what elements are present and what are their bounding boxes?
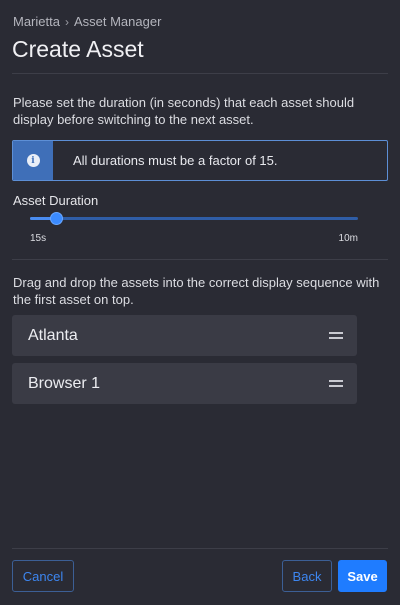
asset-duration-label: Asset Duration [13, 193, 99, 208]
asset-name: Atlanta [28, 326, 78, 344]
breadcrumb: Marietta › Asset Manager [13, 14, 161, 29]
footer-divider [12, 548, 388, 549]
slider-max-label: 10m [338, 233, 358, 244]
back-button[interactable]: Back [282, 560, 332, 592]
duration-description: Please set the duration (in seconds) tha… [13, 95, 355, 127]
asset-sequence-list: Atlanta Browser 1 [12, 315, 357, 411]
info-icon: i [26, 154, 40, 167]
drag-handle-icon[interactable] [329, 332, 343, 339]
asset-item-browser-1[interactable]: Browser 1 [12, 363, 357, 404]
info-icon-container: i [13, 141, 53, 180]
slider-min-label: 15s [30, 233, 47, 244]
section-divider [12, 259, 388, 260]
breadcrumb-item-marietta[interactable]: Marietta [13, 14, 60, 29]
breadcrumb-separator: › [64, 14, 69, 29]
header-divider [12, 73, 388, 74]
info-notice-text: All durations must be a factor of 15. [73, 153, 278, 168]
drag-handle-icon[interactable] [329, 380, 343, 387]
info-notice: i All durations must be a factor of 15. [12, 140, 388, 181]
create-asset-page: Marietta › Asset Manager Create Asset Pl… [0, 0, 400, 605]
breadcrumb-item-asset-manager[interactable]: Asset Manager [74, 14, 161, 29]
page-title: Create Asset [12, 36, 144, 62]
save-button[interactable]: Save [338, 560, 387, 592]
slider-thumb[interactable] [50, 212, 63, 225]
sequence-description: Drag and drop the assets into the correc… [13, 275, 380, 307]
slider-track[interactable] [30, 217, 358, 220]
cancel-button[interactable]: Cancel [12, 560, 74, 592]
asset-name: Browser 1 [28, 374, 101, 392]
asset-duration-slider[interactable] [30, 210, 358, 228]
asset-item-atlanta[interactable]: Atlanta [12, 315, 357, 356]
